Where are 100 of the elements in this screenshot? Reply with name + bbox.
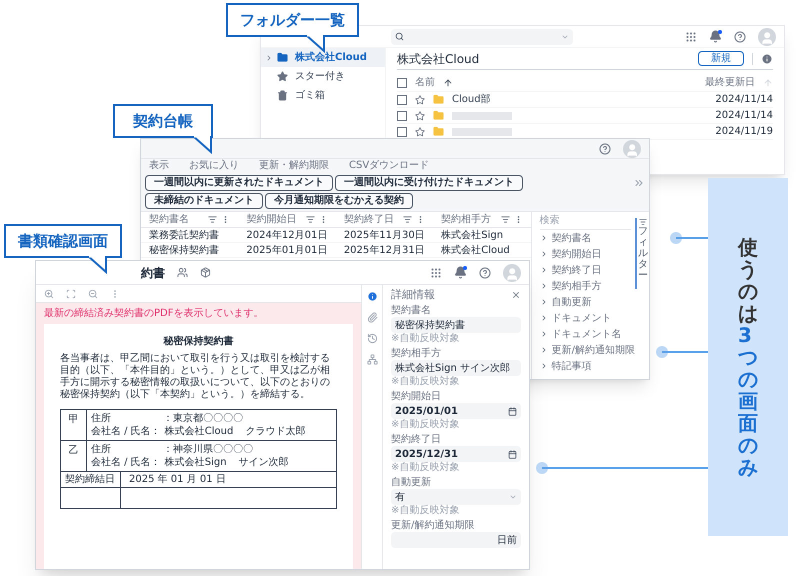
- filter-chip[interactable]: 未締結のドキュメント: [145, 193, 263, 209]
- help-icon[interactable]: [734, 30, 746, 42]
- sidebar-item[interactable]: スター付き: [261, 67, 385, 86]
- menu-item[interactable]: CSVダウンロード: [349, 161, 430, 171]
- star-icon[interactable]: [415, 110, 425, 120]
- notification-bell-icon[interactable]: [709, 30, 722, 43]
- address-text: ：東京都〇〇〇〇: [163, 412, 243, 425]
- filter-chip[interactable]: 一週間以内に受け付けたドキュメント: [335, 175, 523, 191]
- star-icon[interactable]: [415, 94, 425, 104]
- filter-icon[interactable]: [403, 215, 412, 224]
- filter-icon[interactable]: [500, 215, 510, 224]
- input-field[interactable]: 2025/01/01: [391, 403, 521, 419]
- input-field[interactable]: 2025/12/31: [391, 446, 521, 462]
- input-field[interactable]: 日前: [391, 532, 521, 548]
- help-icon[interactable]: [599, 142, 611, 154]
- leader-line: [656, 346, 708, 358]
- folder-icon: [433, 94, 444, 105]
- close-icon[interactable]: [511, 290, 521, 300]
- apps-grid-icon[interactable]: [685, 30, 697, 42]
- table-cell-text: 業務委託契約書: [148, 228, 220, 243]
- new-button[interactable]: 新規: [698, 51, 744, 66]
- starred-icon: [277, 71, 288, 82]
- tree-icon[interactable]: [366, 354, 378, 365]
- field-label: 契約相手方: [391, 348, 442, 360]
- search-label: 検索: [540, 214, 560, 228]
- help-icon[interactable]: [479, 266, 491, 278]
- folder-title: 株式会社Cloud: [397, 50, 480, 68]
- menu-item[interactable]: 表示: [149, 161, 169, 171]
- table-cell-text: 株式会社Sign: [440, 228, 504, 243]
- table-cell-text: 2025年12月31日: [342, 244, 426, 258]
- filter-item[interactable]: 自動更新: [540, 294, 635, 310]
- menu-item[interactable]: 更新・解約期限: [259, 161, 329, 171]
- zoom-out-icon[interactable]: [88, 288, 98, 298]
- date-text: 2024/11/14: [715, 109, 773, 123]
- field-hint: ※自動反映対象: [391, 376, 460, 388]
- filter-item[interactable]: 契約書名: [540, 230, 635, 246]
- checkbox[interactable]: [397, 78, 407, 88]
- trash-icon: [277, 90, 288, 101]
- attachment-icon[interactable]: [366, 312, 378, 323]
- filter-icon[interactable]: [208, 215, 218, 224]
- input-field[interactable]: 株式会社Sign サイン次郎: [391, 360, 521, 376]
- folder-name[interactable]: Cloud部: [452, 92, 491, 107]
- panel-title: 詳細情報: [391, 286, 435, 303]
- info-icon[interactable]: [761, 52, 773, 64]
- filter-item[interactable]: 特記事項: [540, 358, 635, 374]
- search-field[interactable]: [391, 28, 573, 44]
- zoom-in-icon[interactable]: [44, 288, 54, 298]
- filter-item[interactable]: 更新/解約通知期限: [540, 342, 635, 358]
- filter-item[interactable]: 契約相手方: [540, 278, 635, 294]
- filter-item[interactable]: ドキュメント: [540, 310, 635, 326]
- sort-arrow-icon[interactable]: [443, 78, 453, 88]
- notification-bell-icon[interactable]: [454, 266, 467, 279]
- checkbox[interactable]: [397, 94, 407, 104]
- filter-chip[interactable]: 今月通知期限をむかえる契約: [265, 193, 413, 209]
- field-label: 会社名 / 氏名：: [91, 425, 161, 438]
- field-hint: ※自動反映対象: [391, 419, 460, 431]
- field-label: 住所: [91, 443, 112, 456]
- document-title: 約書: [141, 264, 165, 282]
- person-name: サイン次郎: [238, 456, 289, 469]
- info-icon[interactable]: [366, 291, 378, 302]
- pdf-notice: 最新の締結済み契約書のPDFを表示しています。: [43, 306, 264, 321]
- filter-item[interactable]: ドキュメント名: [540, 326, 635, 342]
- filter-item[interactable]: 契約開始日: [540, 246, 635, 262]
- fit-page-icon[interactable]: [66, 288, 76, 298]
- history-icon[interactable]: [366, 333, 378, 344]
- field-hint: ※自動反映対象: [391, 505, 460, 517]
- company-name: 株式会社Sign: [164, 456, 227, 469]
- field-hint: ※自動反映対象: [391, 462, 460, 474]
- field-label: 契約開始日: [391, 391, 442, 403]
- star-icon[interactable]: [415, 126, 425, 136]
- pdf-title: 秘密保持契約書: [162, 334, 234, 349]
- filter-icon[interactable]: [306, 215, 315, 224]
- field-label: 更新/解約通知期限: [391, 520, 476, 532]
- field-label: 契約書名: [391, 305, 432, 317]
- sidebar-item[interactable]: 株式会社Cloud: [261, 48, 385, 67]
- date-text: 2024/11/19: [715, 125, 773, 139]
- company-name: 株式会社Cloud: [164, 425, 234, 438]
- column-header: 契約終了日: [344, 212, 394, 227]
- sidebar-item[interactable]: ゴミ箱: [261, 86, 385, 105]
- column-header: 最終更新日: [705, 76, 755, 90]
- party-mark: 乙: [68, 444, 78, 458]
- person-name: クラウド太郎: [245, 425, 306, 438]
- folder-icon: [277, 52, 288, 63]
- filter-tab[interactable]: フィルター: [635, 218, 649, 289]
- filter-item[interactable]: 契約終了日: [540, 262, 635, 278]
- checkbox[interactable]: [397, 126, 407, 136]
- filter-chip[interactable]: 一週間以内に更新されたドキュメント: [145, 175, 333, 191]
- calendar-icon[interactable]: [508, 406, 517, 416]
- box-icon[interactable]: [200, 267, 211, 278]
- menu-item[interactable]: お気に入り: [189, 161, 239, 171]
- apps-grid-icon[interactable]: [430, 266, 442, 278]
- field-hint: ※自動反映対象: [391, 333, 460, 345]
- folder-icon: [433, 110, 444, 121]
- calendar-icon[interactable]: [508, 450, 517, 458]
- input-field[interactable]: 秘密保持契約書: [391, 317, 521, 333]
- people-icon[interactable]: [177, 267, 188, 278]
- chevron-icon[interactable]: [265, 54, 273, 62]
- checkbox[interactable]: [397, 110, 407, 120]
- column-header: 契約相手方: [441, 212, 492, 227]
- select-field[interactable]: 有: [391, 489, 521, 505]
